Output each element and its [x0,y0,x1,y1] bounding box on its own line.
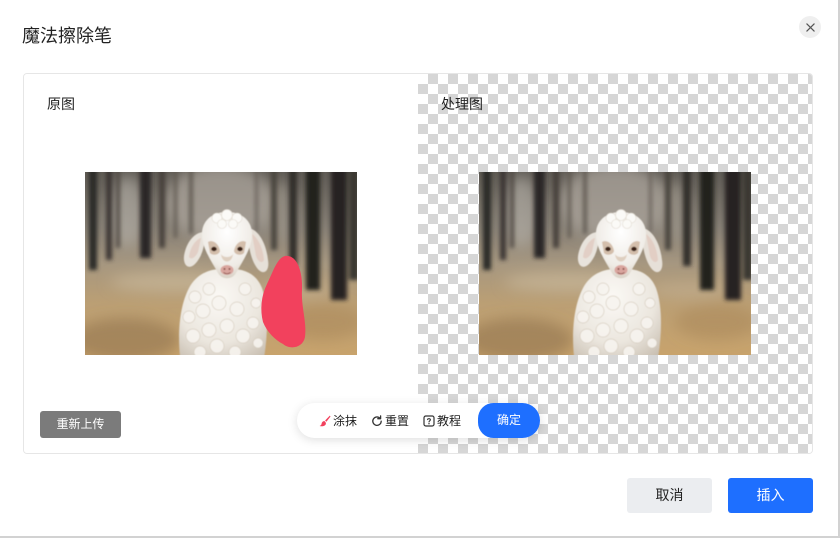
editor-panel: 原图 重新上传 处理图 [23,73,813,454]
brush-toolbar: 涂抹 重置 教程 确定 [297,403,540,438]
processed-image [479,172,751,355]
close-icon [805,22,815,32]
cancel-button[interactable]: 取消 [627,478,712,513]
tutorial-icon [423,414,435,427]
insert-button[interactable]: 插入 [728,478,813,513]
reset-icon [372,414,382,426]
processed-label: 处理图 [441,96,483,112]
original-image-canvas[interactable] [85,172,357,355]
tool-brush-label: 涂抹 [333,413,358,428]
dialog-title: 魔法擦除笔 [22,26,112,46]
tool-brush[interactable]: 涂抹 [319,403,357,438]
processed-pane: 处理图 [418,74,812,453]
magic-eraser-dialog: 魔法擦除笔 原图 重新上传 处理图 涂抹 重置 教程 确定 取消 插入 [0,0,840,538]
original-label: 原图 [47,96,75,112]
tool-tutorial-label: 教程 [437,413,462,428]
reupload-button[interactable]: 重新上传 [40,411,121,438]
original-pane: 原图 重新上传 [24,74,418,453]
close-button[interactable] [799,16,821,38]
brush-icon [319,415,331,426]
tool-reset-label: 重置 [385,413,410,428]
tool-tutorial[interactable]: 教程 [423,403,461,438]
tool-reset[interactable]: 重置 [371,403,409,438]
confirm-button[interactable]: 确定 [478,403,540,438]
